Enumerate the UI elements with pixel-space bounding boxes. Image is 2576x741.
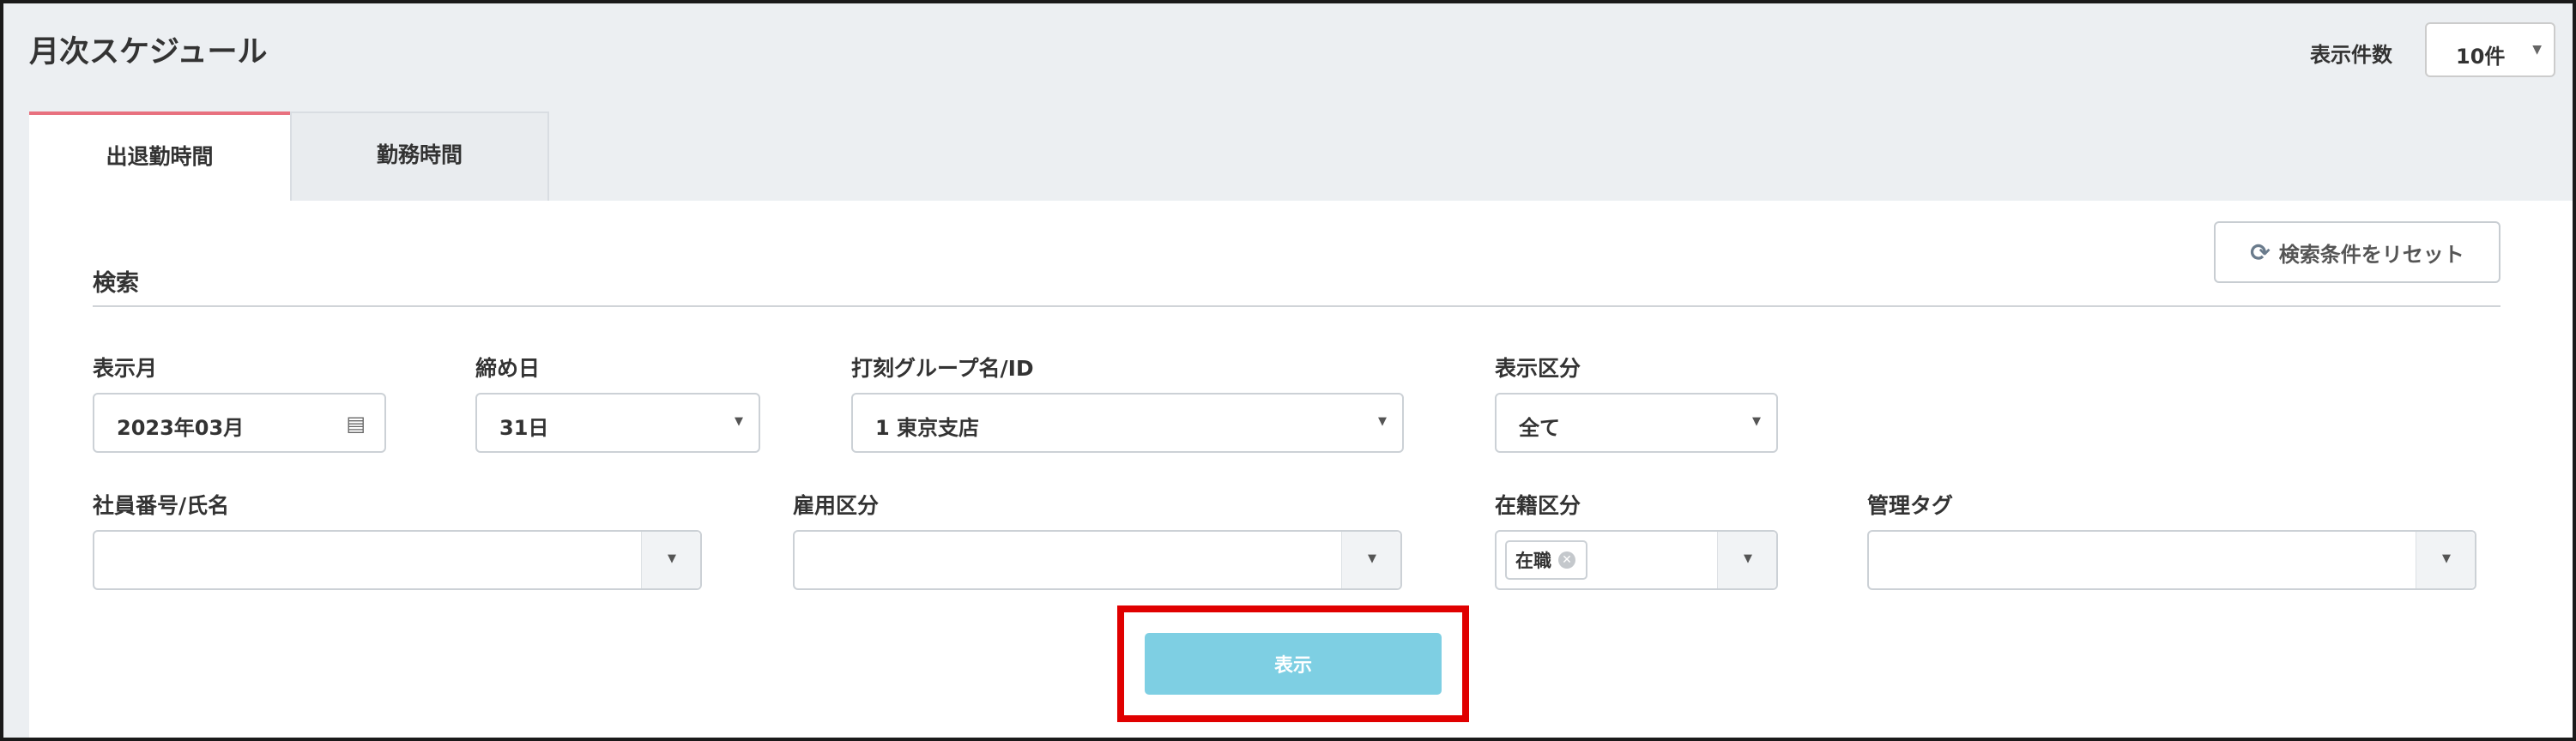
display-month-value: 2023年03月 [117,416,245,440]
closing-day-value: 31日 [499,416,549,440]
tab-label: 出退勤時間 [106,144,214,169]
display-month-input[interactable]: 2023年03月 ▤ [93,393,386,453]
section-divider [93,305,2500,307]
refresh-icon: ⟳ [2250,238,2271,267]
management-tag-label: 管理タグ [1867,493,1954,518]
chevron-down-icon: ▼ [1752,415,1761,428]
app-frame: 月次スケジュール 表示件数 10件 ▼ 出退勤時間 勤務時間 ⟳ 検索条件をリセ… [0,0,2576,741]
per-page-select[interactable]: 10件 ▼ [2425,22,2555,77]
enrollment-label: 在籍区分 [1495,493,1581,518]
reset-search-button[interactable]: ⟳ 検索条件をリセット [2214,221,2500,283]
enrollment-tag: 在職 ✕ [1505,540,1587,580]
display-type-value: 全て [1519,416,1560,440]
section-title: 検索 [93,270,139,297]
display-type-label: 表示区分 [1495,356,1581,381]
reset-search-label: 検索条件をリセット [2278,242,2464,267]
display-type-select[interactable]: 全て ▼ [1495,393,1778,453]
employment-type-dropdown-button[interactable]: ▼ [1341,532,1400,588]
management-tag-select[interactable]: ▼ [1867,530,2476,590]
management-tag-dropdown-button[interactable]: ▼ [2416,532,2475,588]
employee-select[interactable]: ▼ [93,530,702,590]
tab-work-hours[interactable]: 勤務時間 [290,111,549,201]
enrollment-dropdown-button[interactable]: ▼ [1717,532,1776,588]
employee-label: 社員番号/氏名 [93,493,230,518]
chevron-down-icon: ▼ [2532,43,2542,57]
per-page-value: 10件 [2456,45,2506,69]
calendar-icon[interactable]: ▤ [346,412,366,436]
display-month-label: 表示月 [93,356,158,381]
chevron-down-icon: ▼ [1378,415,1387,428]
enrollment-select[interactable]: 在職 ✕ ▼ [1495,530,1778,590]
employment-type-label: 雇用区分 [793,493,880,518]
remove-tag-icon[interactable]: ✕ [1558,551,1575,569]
tab-label: 勤務時間 [376,142,463,167]
tab-clock-times[interactable]: 出退勤時間 [29,111,290,201]
chevron-down-icon: ▼ [1368,552,1376,565]
closing-day-label: 締め日 [475,356,541,381]
group-select[interactable]: 1 東京支店 ▼ [851,393,1404,453]
chevron-down-icon: ▼ [668,552,676,565]
chevron-down-icon: ▼ [735,415,743,428]
employment-type-select[interactable]: ▼ [793,530,1402,590]
highlight-annotation [1117,605,1469,722]
employee-dropdown-button[interactable]: ▼ [641,532,700,588]
page-title: 月次スケジュール [29,35,268,69]
per-page-label: 表示件数 [2310,43,2392,67]
group-value: 1 東京支店 [875,416,980,440]
chevron-down-icon: ▼ [2442,552,2451,565]
closing-day-select[interactable]: 31日 ▼ [475,393,760,453]
enrollment-tag-label: 在職 [1515,551,1551,571]
chevron-down-icon: ▼ [1744,552,1752,565]
group-label: 打刻グループ名/ID [851,356,1034,381]
